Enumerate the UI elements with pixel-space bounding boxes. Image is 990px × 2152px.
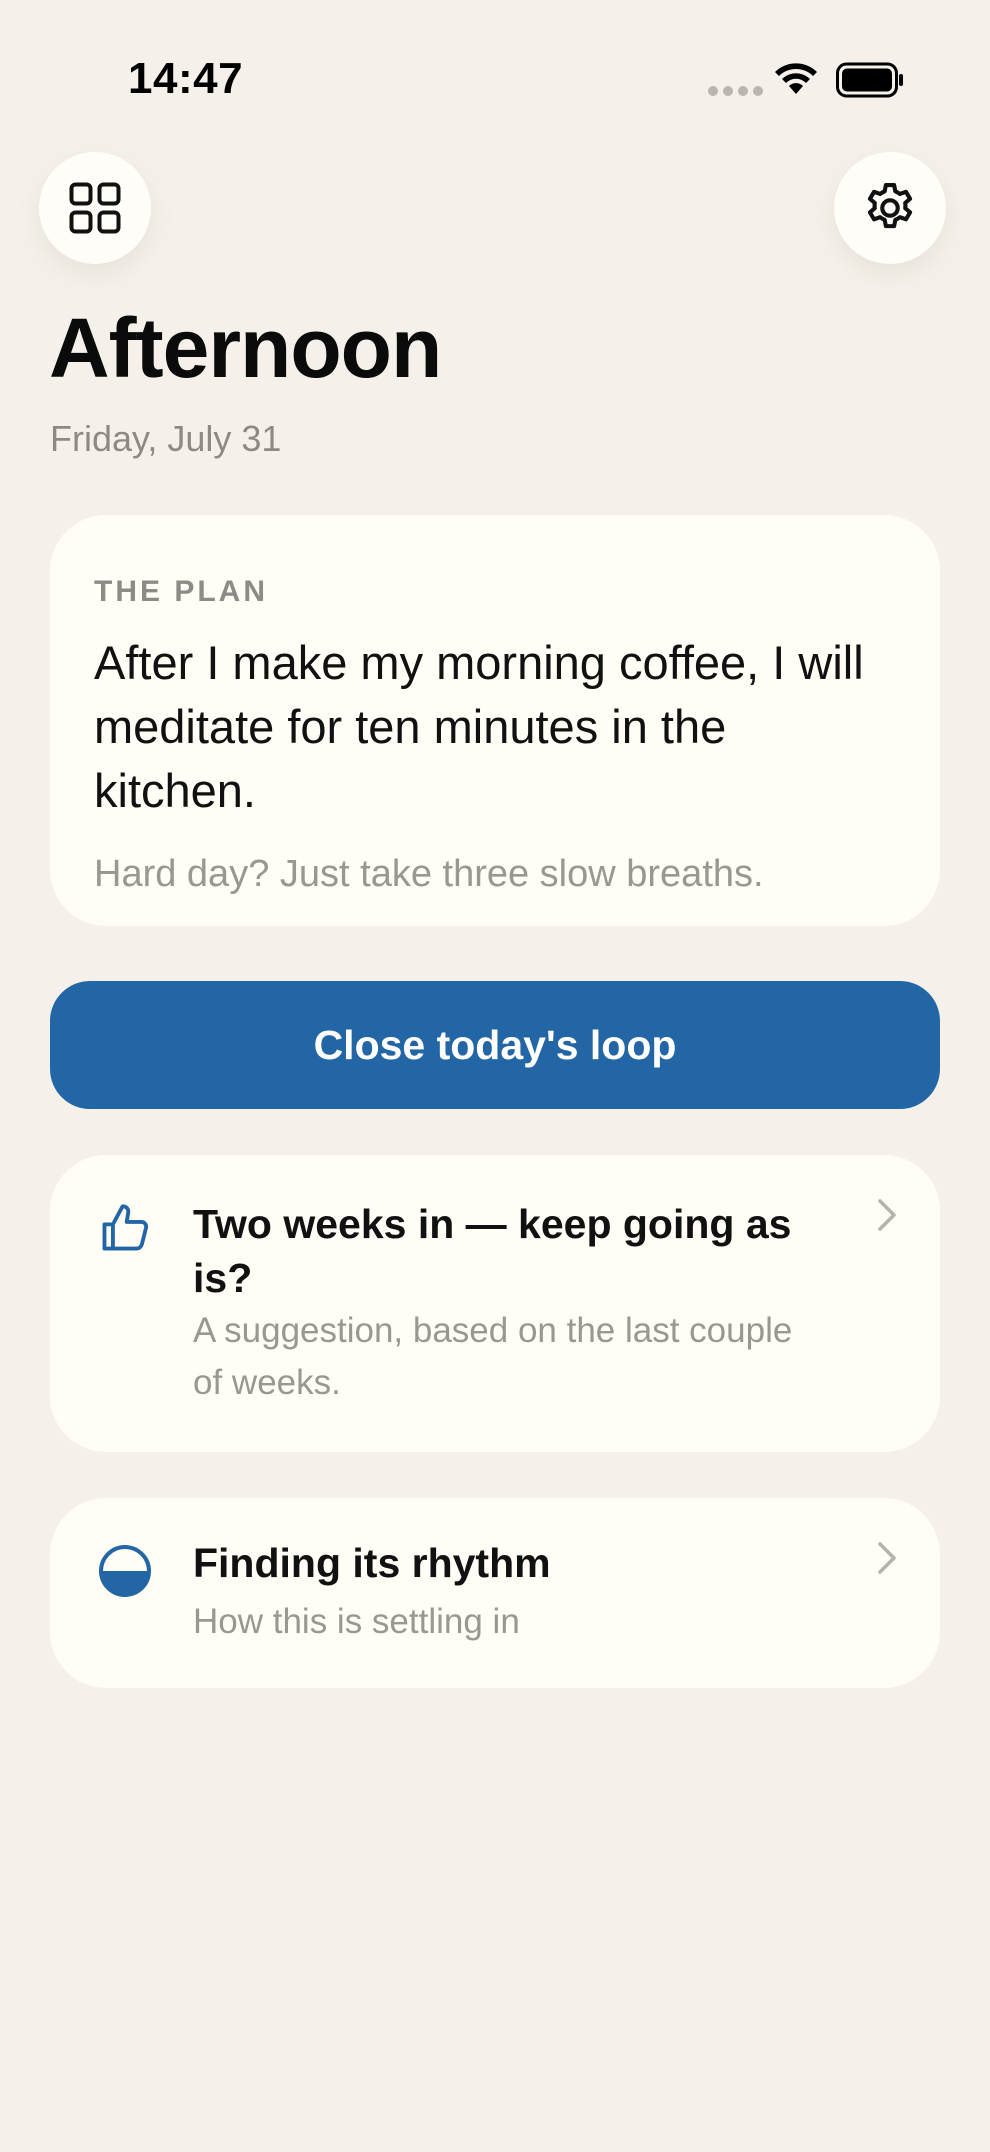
close-loop-button[interactable]: Close today's loop (50, 981, 940, 1109)
plan-text: After I make my morning coffee, I will m… (94, 636, 864, 817)
rhythm-title: Finding its rhythm (193, 1540, 551, 1586)
half-circle-icon (99, 1545, 151, 1597)
suggestion-card[interactable]: Two weeks in — keep going as is? A sugge… (50, 1155, 940, 1452)
grid-menu-button[interactable] (39, 152, 151, 264)
plan-card: THE PLAN After I make my morning coffee,… (50, 515, 940, 926)
plan-label: THE PLAN (94, 575, 268, 608)
plan-fallback-text: Hard day? Just take three slow breaths. (94, 853, 764, 895)
status-bar: 14:47 (0, 0, 990, 140)
status-time: 14:47 (128, 54, 244, 103)
page-title: Afternoon (49, 301, 442, 395)
cellular-signal-icon (708, 86, 763, 96)
chevron-right-icon (878, 1542, 896, 1574)
grid-icon (69, 182, 121, 234)
page-date: Friday, July 31 (50, 418, 282, 459)
suggestion-title: Two weeks in — keep going as is? (193, 1201, 792, 1301)
rhythm-subtitle: How this is settling in (193, 1602, 520, 1641)
settings-button[interactable] (834, 152, 946, 264)
thumbs-up-icon (102, 1204, 149, 1251)
battery-icon (836, 62, 903, 98)
gear-icon (867, 182, 913, 229)
chevron-right-icon (878, 1199, 896, 1231)
rhythm-card[interactable]: Finding its rhythm How this is settling … (50, 1498, 940, 1688)
wifi-icon (775, 63, 817, 94)
suggestion-subtitle: A suggestion, based on the last couple o… (193, 1311, 793, 1402)
